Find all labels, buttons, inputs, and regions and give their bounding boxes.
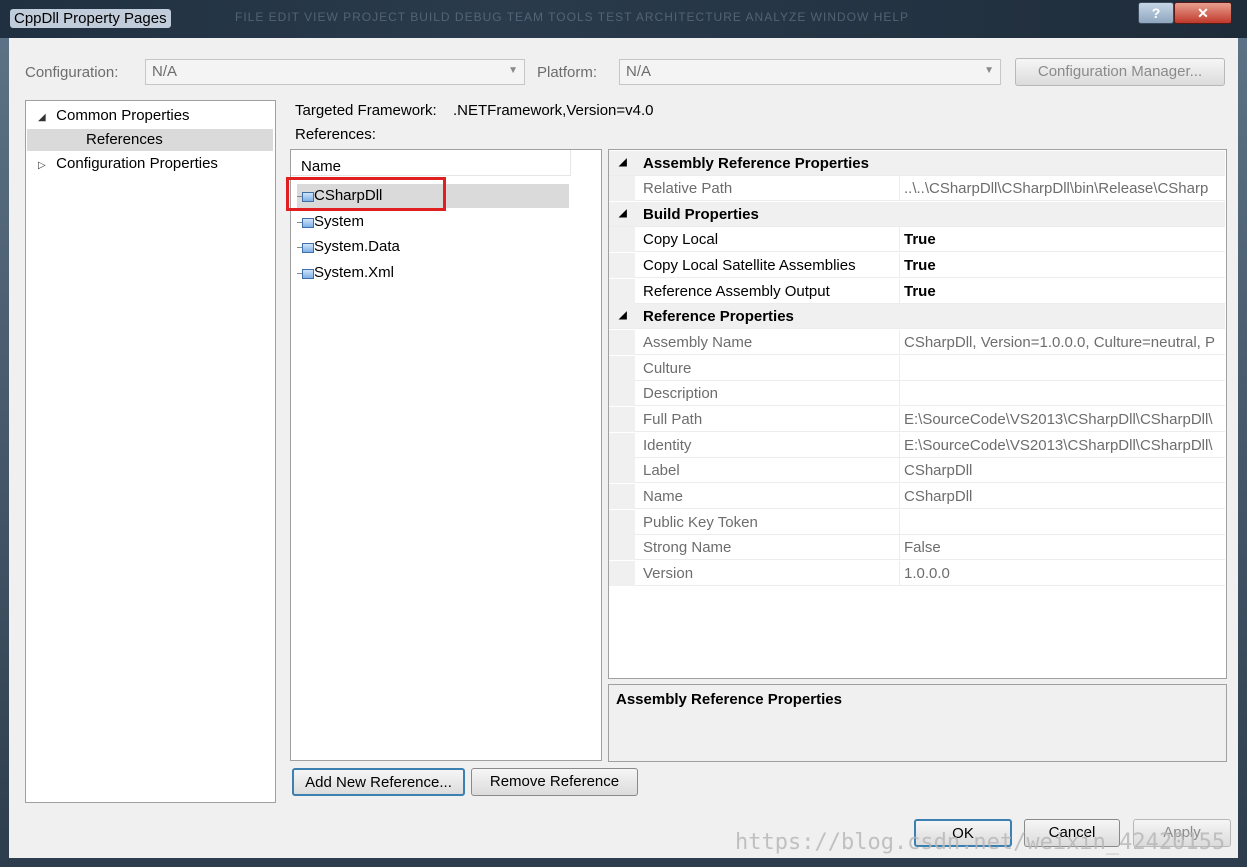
configuration-combo[interactable]: N/A ▼: [145, 59, 525, 85]
property-row-culture[interactable]: Culture: [609, 356, 1225, 381]
background-menu-blurred: FILE EDIT VIEW PROJECT BUILD DEBUG TEAM …: [235, 10, 910, 24]
property-row-strong-name[interactable]: Strong Name False: [609, 535, 1225, 560]
reference-name: System.Data: [314, 238, 400, 255]
reference-name: System.Xml: [314, 264, 395, 281]
property-name: Strong Name: [643, 539, 732, 556]
column-header-label: Name: [301, 158, 342, 175]
list-item[interactable]: System.Xml: [297, 264, 394, 281]
property-name: Identity: [643, 437, 692, 454]
references-label: References:: [295, 126, 376, 143]
configuration-value: N/A: [152, 63, 178, 80]
description-title: Assembly Reference Properties: [616, 691, 842, 708]
property-row-copy-local-satellite[interactable]: Copy Local Satellite Assemblies True: [609, 253, 1225, 278]
close-button[interactable]: ✕: [1174, 2, 1232, 24]
property-name: Culture: [643, 360, 692, 377]
assembly-reference-icon: [297, 242, 314, 253]
property-row-public-key-token[interactable]: Public Key Token: [609, 510, 1225, 535]
property-name: Name: [643, 488, 684, 505]
property-value: 1.0.0.0: [904, 565, 950, 582]
tree-item-references[interactable]: References: [27, 129, 273, 151]
property-value: True: [904, 283, 936, 300]
property-name: Assembly Name: [643, 334, 753, 351]
tree-item-common-properties[interactable]: ◢ Common Properties: [38, 107, 190, 124]
platform-combo[interactable]: N/A ▼: [619, 59, 1001, 85]
collapse-arrow-icon: ◢: [619, 208, 627, 219]
property-value: True: [904, 257, 936, 274]
category-label: Reference Properties: [643, 308, 794, 325]
dialog-client-area: Configuration: N/A ▼ Platform: N/A ▼ Con…: [9, 38, 1238, 858]
property-row-assembly-name[interactable]: Assembly Name CSharpDll, Version=1.0.0.0…: [609, 330, 1225, 355]
property-grid: ◢ Assembly Reference Properties Relative…: [608, 149, 1227, 679]
category-label: Assembly Reference Properties: [643, 155, 869, 172]
property-name: Copy Local Satellite Assemblies: [643, 257, 856, 274]
tree-item-label: Common Properties: [56, 107, 190, 124]
list-item[interactable]: System: [297, 213, 364, 230]
platform-label: Platform:: [537, 64, 598, 81]
list-item[interactable]: System.Data: [297, 238, 400, 255]
targeted-framework-label: Targeted Framework:: [295, 102, 437, 119]
property-row-reference-assembly-output[interactable]: Reference Assembly Output True: [609, 279, 1225, 304]
property-value: True: [904, 231, 936, 248]
chevron-down-icon: ▼: [508, 65, 518, 76]
reference-name: System: [314, 213, 365, 230]
property-row-description[interactable]: Description: [609, 381, 1225, 406]
property-row-full-path[interactable]: Full Path E:\SourceCode\VS2013\CSharpDll…: [609, 407, 1225, 432]
tree-item-configuration-properties[interactable]: ▷ Configuration Properties: [38, 155, 218, 172]
settings-tree: ◢ Common Properties References ▷ Configu…: [25, 100, 276, 803]
property-value: CSharpDll: [904, 462, 973, 479]
property-value: E:\SourceCode\VS2013\CSharpDll\CSharpDll…: [904, 411, 1213, 428]
help-button[interactable]: ?: [1138, 2, 1174, 24]
category-reference[interactable]: ◢ Reference Properties: [609, 304, 1225, 329]
remove-reference-button[interactable]: Remove Reference: [471, 768, 638, 796]
add-new-reference-button[interactable]: Add New Reference...: [292, 768, 465, 796]
property-value: ..\..\CSharpDll\CSharpDll\bin\Release\CS…: [904, 180, 1209, 197]
property-value: CSharpDll, Version=1.0.0.0, Culture=neut…: [904, 334, 1216, 351]
property-name: Full Path: [643, 411, 703, 428]
configuration-manager-button[interactable]: Configuration Manager...: [1015, 58, 1225, 86]
property-value: E:\SourceCode\VS2013\CSharpDll\CSharpDll…: [904, 437, 1213, 454]
category-assembly-reference[interactable]: ◢ Assembly Reference Properties: [609, 151, 1225, 176]
collapse-arrow-icon: ◢: [619, 157, 627, 168]
references-list: Name CSharpDll System System.Data System…: [286, 149, 602, 761]
category-build[interactable]: ◢ Build Properties: [609, 202, 1225, 227]
dialog-window: CppDll Property Pages FILE EDIT VIEW PRO…: [0, 0, 1247, 867]
highlight-box: [286, 177, 446, 211]
tree-item-label: Configuration Properties: [56, 155, 218, 172]
property-row-label[interactable]: Label CSharpDll: [609, 458, 1225, 483]
watermark-text: https://blog.csdn.net/weixin_42420155: [735, 830, 1226, 855]
property-name: Label: [643, 462, 680, 479]
property-row-version[interactable]: Version 1.0.0.0: [609, 561, 1225, 586]
description-panel: Assembly Reference Properties: [608, 684, 1227, 762]
configuration-label: Configuration:: [25, 64, 119, 81]
property-row-copy-local[interactable]: Copy Local True: [609, 227, 1225, 252]
property-value: False: [904, 539, 941, 556]
property-row-name[interactable]: Name CSharpDll: [609, 484, 1225, 509]
name-column-header[interactable]: Name: [291, 150, 571, 176]
property-name: Description: [643, 385, 719, 402]
property-name: Public Key Token: [643, 514, 758, 531]
tree-item-label: References: [86, 131, 163, 148]
targeted-framework-value: .NETFramework,Version=v4.0: [453, 102, 654, 119]
window-title: CppDll Property Pages: [10, 9, 171, 28]
platform-value: N/A: [626, 63, 652, 80]
property-value: CSharpDll: [904, 488, 973, 505]
category-label: Build Properties: [643, 206, 759, 223]
collapsed-arrow-icon: ▷: [38, 160, 46, 171]
chevron-down-icon: ▼: [984, 65, 994, 76]
collapse-arrow-icon: ◢: [619, 310, 627, 321]
title-bar[interactable]: CppDll Property Pages FILE EDIT VIEW PRO…: [0, 0, 1247, 38]
assembly-reference-icon: [297, 217, 314, 228]
property-row-relative-path[interactable]: Relative Path ..\..\CSharpDll\CSharpDll\…: [609, 176, 1225, 201]
property-name: Reference Assembly Output: [643, 283, 830, 300]
property-name: Version: [643, 565, 694, 582]
property-row-identity[interactable]: Identity E:\SourceCode\VS2013\CSharpDll\…: [609, 433, 1225, 458]
property-name: Copy Local: [643, 231, 719, 248]
expanded-arrow-icon: ◢: [38, 112, 46, 123]
property-name: Relative Path: [643, 180, 733, 197]
assembly-reference-icon: [297, 268, 314, 279]
